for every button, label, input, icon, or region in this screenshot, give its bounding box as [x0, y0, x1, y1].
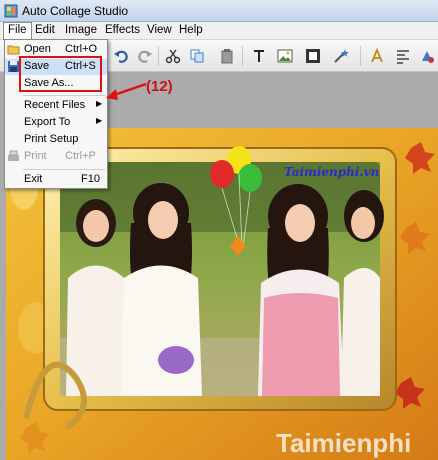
shape-icon — [422, 51, 434, 63]
magic-wand-icon — [334, 49, 349, 63]
menu-help[interactable]: Help — [175, 23, 207, 38]
menu-effects[interactable]: Effects — [101, 23, 144, 38]
redo-icon — [138, 50, 152, 63]
highlight-box — [19, 56, 102, 92]
picture-icon — [277, 49, 293, 63]
window-title: Auto Collage Studio — [22, 4, 129, 18]
menu-item-recent-files[interactable]: Recent Files ▶ — [5, 98, 107, 114]
font-icon — [371, 48, 383, 63]
redo-button[interactable] — [134, 45, 156, 67]
copy-button[interactable] — [186, 45, 208, 67]
shape-button[interactable] — [416, 45, 438, 67]
step-annotation: (12) — [146, 78, 173, 95]
paste-button[interactable] — [216, 45, 238, 67]
app-icon — [4, 4, 18, 18]
watermark-bottom: Taimienphi — [276, 428, 411, 458]
frame-icon — [306, 49, 320, 63]
watermark-top: Taimienphi.vn — [284, 165, 379, 179]
menu-item-print: Print Ctrl+P — [5, 149, 107, 165]
undo-icon — [114, 50, 128, 63]
image-frame-button[interactable] — [274, 45, 296, 67]
paste-icon — [221, 49, 233, 64]
scissors-icon — [165, 49, 181, 64]
submenu-arrow-icon: ▶ — [96, 99, 103, 108]
print-icon — [8, 150, 19, 161]
title-bar: Auto Collage Studio — [0, 0, 438, 22]
menu-item-exit[interactable]: Exit F10 — [5, 172, 107, 188]
submenu-arrow-icon: ▶ — [96, 116, 103, 125]
menu-image[interactable]: Image — [61, 23, 101, 38]
copy-icon — [190, 49, 204, 63]
menu-view[interactable]: View — [143, 23, 176, 38]
open-folder-icon — [7, 45, 20, 55]
effects-button[interactable] — [330, 45, 352, 67]
frame-button[interactable] — [302, 45, 324, 67]
text-icon — [254, 50, 264, 62]
menu-bar: File Edit Image Effects View Help — [0, 22, 438, 40]
align-icon — [397, 50, 409, 64]
menu-item-print-setup[interactable]: Print Setup — [5, 132, 107, 148]
undo-button[interactable] — [110, 45, 132, 67]
annotation-arrow-icon — [106, 82, 147, 100]
align-button[interactable] — [392, 45, 414, 67]
menu-edit[interactable]: Edit — [31, 23, 59, 38]
font-button[interactable] — [366, 45, 388, 67]
text-button[interactable] — [248, 45, 270, 67]
menu-file[interactable]: File — [3, 22, 32, 40]
menu-item-export-to[interactable]: Export To ▶ — [5, 115, 107, 131]
cut-button[interactable] — [162, 45, 184, 67]
